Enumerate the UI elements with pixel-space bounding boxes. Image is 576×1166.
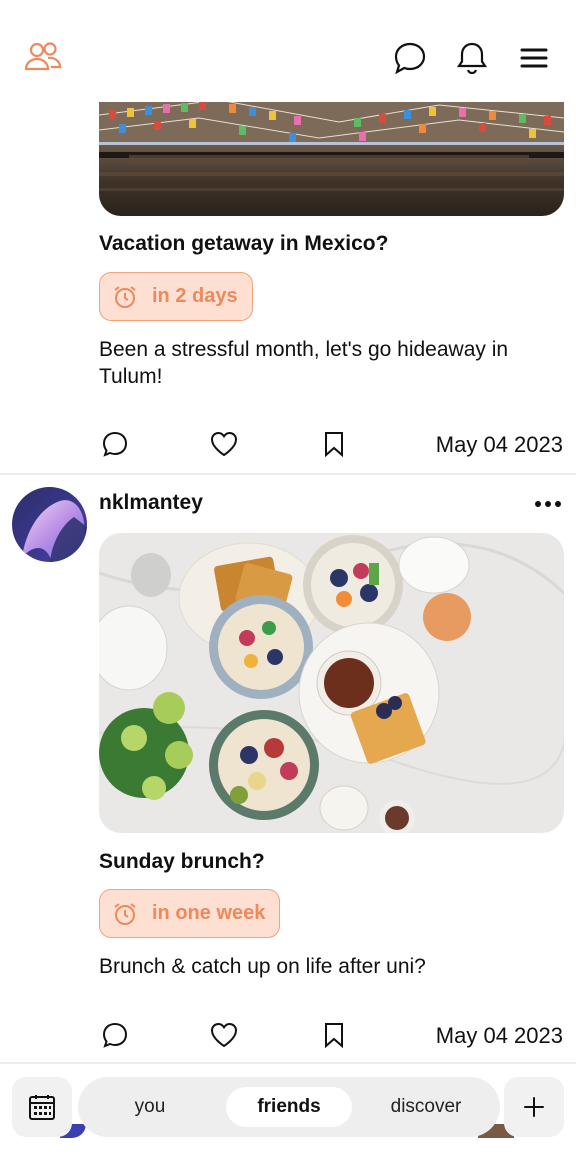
post-image[interactable] [99, 533, 564, 833]
top-bar [0, 0, 576, 102]
add-button[interactable] [504, 1077, 564, 1137]
bell-icon[interactable] [453, 38, 491, 78]
tab-you[interactable]: you [90, 1087, 210, 1127]
feed-tab-switcher: you friends discover [78, 1077, 500, 1137]
bookmark-icon[interactable] [320, 1019, 348, 1051]
time-badge: in one week [99, 889, 281, 938]
tab-friends[interactable]: friends [226, 1087, 352, 1127]
post-title: Sunday brunch? [99, 850, 265, 873]
avatar[interactable] [12, 487, 87, 562]
comment-icon[interactable] [99, 428, 131, 460]
more-options-icon[interactable] [528, 490, 568, 518]
calendar-button[interactable] [12, 1077, 72, 1137]
bottom-nav: you friends discover [0, 1066, 576, 1166]
plus-icon [524, 1097, 544, 1117]
people-icon[interactable] [22, 40, 64, 74]
calendar-icon [29, 1095, 55, 1120]
post-date: May 04 2023 [435, 1023, 563, 1048]
bookmark-icon[interactable] [320, 428, 348, 460]
time-badge-label: in one week [152, 902, 266, 924]
comment-icon[interactable] [99, 1019, 131, 1051]
menu-icon[interactable] [516, 42, 552, 74]
alarm-clock-icon [114, 285, 136, 308]
username[interactable]: nklmantey [99, 491, 203, 515]
chat-bubble-icon[interactable] [390, 38, 430, 78]
heart-icon[interactable] [207, 428, 241, 460]
post-divider [0, 473, 576, 475]
post-title: Vacation getaway in Mexico? [99, 232, 389, 255]
time-badge: in 2 days [99, 272, 253, 321]
alarm-clock-icon [114, 902, 136, 925]
tab-discover[interactable]: discover [366, 1087, 486, 1127]
post-description: Been a stressful month, let's go hideawa… [99, 338, 509, 388]
time-badge-label: in 2 days [152, 285, 238, 307]
post-divider [0, 1062, 576, 1064]
heart-icon[interactable] [207, 1019, 241, 1051]
post-description: Brunch & catch up on life after uni? [99, 955, 426, 978]
post-date: May 04 2023 [435, 432, 563, 457]
